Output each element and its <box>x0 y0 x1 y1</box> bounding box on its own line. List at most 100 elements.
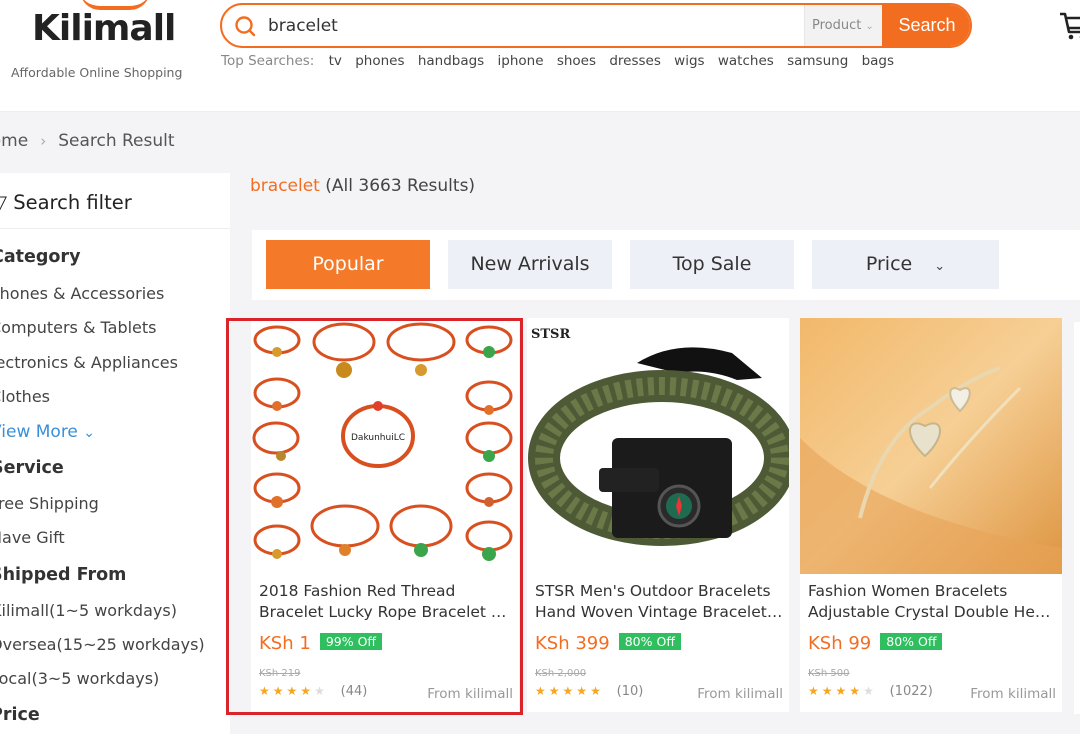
heart-bracelet-image <box>800 318 1062 574</box>
product-name-line: Hand Woven Vintage Bracelets... <box>535 603 783 621</box>
sort-bar: Popular New Arrivals Top Sale Price ⌄ <box>252 230 1080 300</box>
image-watermark: DakunhuiLC <box>351 433 405 443</box>
view-more-link[interactable]: View More ⌄ <box>0 422 95 442</box>
logo-tagline: Affordable Online Shopping <box>11 65 183 80</box>
top-searches: Top Searches: tv phones handbags iphone … <box>221 53 903 69</box>
star-icon: ★ <box>562 684 577 698</box>
search-button[interactable]: Search <box>882 5 970 46</box>
rating-stars: ★★★★★ (1022) <box>808 684 933 699</box>
price-value: KSh 99 <box>808 633 872 654</box>
product-card[interactable]: Fashion Women Bracelets Adjustable Cryst… <box>800 318 1062 712</box>
site-header: Kilimall Affordable Online Shopping Prod… <box>0 0 1080 112</box>
top-search-link[interactable]: iphone <box>498 53 544 69</box>
star-empty-icon: ★ <box>863 684 877 698</box>
seller-origin: From kilimall <box>697 686 783 702</box>
top-search-link[interactable]: wigs <box>674 53 704 69</box>
product-name-line: 2018 Fashion Red Thread <box>259 582 456 600</box>
category-heading: Category <box>0 247 81 267</box>
shipped-from-item[interactable]: Local(3~5 workdays) <box>0 669 159 688</box>
discount-badge: 80% Off <box>880 633 943 650</box>
star-icon: ★ <box>590 684 604 698</box>
star-icon: ★ <box>849 684 864 698</box>
old-price: KSh 500 <box>808 668 850 679</box>
service-heading: Service <box>0 458 64 478</box>
category-item[interactable]: Phones & Accessories <box>0 284 164 303</box>
seller-origin: From kilimall <box>970 686 1056 702</box>
top-searches-label: Top Searches: <box>221 53 315 69</box>
product-name-line: Fashion Women Bracelets <box>808 582 1008 600</box>
product-image[interactable]: DakunhuiLC <box>251 318 519 574</box>
result-count: (All 3663 Results) <box>325 176 476 196</box>
logo-text: Kilimall <box>32 8 176 49</box>
star-icon: ★ <box>548 684 563 698</box>
seller-origin: From kilimall <box>427 686 513 702</box>
product-name-line: STSR Men's Outdoor Bracelets <box>535 582 771 600</box>
top-search-link[interactable]: watches <box>718 53 774 69</box>
product-card[interactable]: DakunhuiLC 2018 Fashion Red Thread Brace… <box>251 318 519 712</box>
paracord-bracelet-image: STSR <box>527 318 789 574</box>
breadcrumb-current: Search Result <box>58 131 175 151</box>
chevron-down-icon: ⌄ <box>83 425 96 441</box>
view-more-label: View More <box>0 422 78 442</box>
top-search-link[interactable]: phones <box>355 53 404 69</box>
sort-price[interactable]: Price ⌄ <box>812 240 999 289</box>
sort-top-sale[interactable]: Top Sale <box>630 240 794 289</box>
product-price: KSh 1 99% Off <box>259 633 383 654</box>
shipped-from-item[interactable]: Kilimall(1~5 workdays) <box>0 601 177 620</box>
breadcrumb-home[interactable]: Home <box>0 131 28 151</box>
product-name[interactable]: Fashion Women Bracelets Adjustable Cryst… <box>808 581 1056 623</box>
top-search-link[interactable]: bags <box>862 53 894 69</box>
discount-badge: 99% Off <box>319 633 383 650</box>
sort-popular[interactable]: Popular <box>266 240 430 289</box>
star-icon: ★ <box>272 684 287 698</box>
price-heading: Price <box>0 705 40 725</box>
rating-stars: ★★★★★ (10) <box>535 684 643 699</box>
category-item[interactable]: Computers & Tablets <box>0 318 157 337</box>
search-box: Product⌄ Search <box>220 3 972 48</box>
product-image[interactable]: STSR <box>527 318 789 574</box>
search-icon <box>235 16 256 37</box>
sort-price-label: Price <box>865 253 913 275</box>
old-price: KSh 2,000 <box>535 668 587 679</box>
kilimall-logo[interactable]: Kilimall Affordable Online Shopping <box>10 0 200 90</box>
star-icon: ★ <box>821 684 836 698</box>
product-image[interactable] <box>800 318 1062 574</box>
star-empty-icon: ★ <box>314 684 328 698</box>
star-icon: ★ <box>808 684 822 698</box>
star-icon: ★ <box>535 684 549 698</box>
shipped-from-heading: Shipped From <box>0 565 127 585</box>
top-search-link[interactable]: handbags <box>418 53 484 69</box>
top-search-link[interactable]: samsung <box>787 53 848 69</box>
discount-badge: 80% Off <box>618 633 681 650</box>
product-price: KSh 99 80% Off <box>808 633 943 654</box>
chevron-down-icon: ⌄ <box>865 21 874 32</box>
image-brand-text: STSR <box>531 327 570 342</box>
service-item[interactable]: Free Shipping <box>0 494 99 513</box>
service-item[interactable]: Have Gift <box>0 528 65 547</box>
category-item[interactable]: Clothes <box>0 387 50 406</box>
search-scope-select[interactable]: Product ⌄ <box>804 5 882 46</box>
chevron-down-icon: ⌄ <box>934 259 946 274</box>
top-search-link[interactable]: shoes <box>557 53 596 69</box>
product-card[interactable]: STSR STSR Men's Outdoor Bracelets Hand W… <box>527 318 789 712</box>
product-price: KSh 399 80% Off <box>535 633 681 654</box>
product-name-line: Bracelet Lucky Rope Bracelet fo... <box>259 603 507 621</box>
search-input[interactable] <box>268 11 798 41</box>
review-count: (1022) <box>889 684 933 699</box>
category-item[interactable]: Electronics & Appliances <box>0 353 178 372</box>
result-summary: bracelet (All 3663 Results) <box>250 176 475 196</box>
top-search-link[interactable]: tv <box>329 53 342 69</box>
star-icon: ★ <box>259 684 273 698</box>
filter-title-text: Search filter <box>13 191 132 214</box>
star-icon: ★ <box>286 684 301 698</box>
shipped-from-item[interactable]: Oversea(15~25 workdays) <box>0 635 205 654</box>
top-search-link[interactable]: dresses <box>609 53 661 69</box>
sort-new-arrivals[interactable]: New Arrivals <box>448 240 612 289</box>
product-name[interactable]: STSR Men's Outdoor Bracelets Hand Woven … <box>535 581 783 623</box>
product-name[interactable]: 2018 Fashion Red Thread Bracelet Lucky R… <box>259 581 507 623</box>
star-icon: ★ <box>300 684 315 698</box>
cart-icon[interactable] <box>1058 8 1080 42</box>
old-price: KSh 219 <box>259 668 301 679</box>
product-card-partial[interactable] <box>1074 322 1080 714</box>
price-value: KSh 1 <box>259 633 311 654</box>
